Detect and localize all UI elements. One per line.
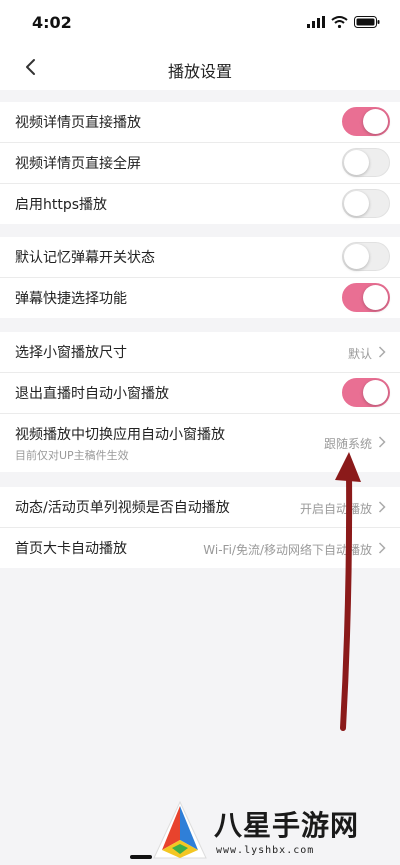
toggle-knob [363, 285, 388, 310]
setting-row-danmaku-memory: 默认记忆弹幕开关状态 [0, 237, 400, 278]
setting-label: 选择小窗播放尺寸 [15, 345, 127, 361]
chevron-right-icon [378, 346, 386, 358]
watermark-title: 八星手游网 [214, 809, 360, 842]
toggle-switch-on[interactable] [342, 283, 390, 312]
toggle-switch-off[interactable] [342, 242, 390, 271]
status-bar: 4:02 [0, 0, 400, 46]
toggle-knob [344, 244, 369, 269]
toggle-switch-off[interactable] [342, 148, 390, 177]
setting-row-danmaku-quick: 弹幕快捷选择功能 [0, 278, 400, 318]
nav-bar: 播放设置 [0, 46, 400, 90]
setting-label: 启用https播放 [15, 197, 108, 213]
setting-row-switch-app-mini[interactable]: 视频播放中切换应用自动小窗播放 目前仅对UP主稿件生效 跟随系统 [0, 414, 400, 472]
setting-value: Wi-Fi/免流/移动网络下自动播放 [203, 543, 372, 557]
chevron-right-icon [378, 436, 386, 448]
cellular-signal-icon [307, 16, 325, 28]
setting-label: 退出直播时自动小窗播放 [15, 386, 169, 402]
toggle-switch-on[interactable] [342, 107, 390, 136]
status-icons [307, 16, 380, 28]
chevron-right-icon [378, 542, 386, 554]
toggle-knob [363, 109, 388, 134]
toggle-switch-on[interactable] [342, 378, 390, 407]
setting-value: 跟随系统 [323, 437, 372, 451]
watermark: 八星手游网 www.lyshbx.com [150, 800, 390, 862]
setting-label: 视频详情页直接播放 [15, 115, 141, 131]
wifi-icon [331, 16, 348, 28]
status-time: 4:02 [32, 13, 72, 32]
setting-row-detail-fullscreen: 视频详情页直接全屏 [0, 143, 400, 184]
setting-label: 视频详情页直接全屏 [15, 156, 141, 172]
watermark-url: www.lyshbx.com [216, 845, 315, 856]
setting-row-window-size[interactable]: 选择小窗播放尺寸 默认 [0, 332, 400, 373]
toggle-knob [363, 380, 388, 405]
settings-group-autoplay: 动态/活动页单列视频是否自动播放 开启自动播放 首页大卡自动播放 Wi-Fi/免… [0, 487, 400, 568]
site-logo-icon [153, 800, 207, 859]
chevron-right-icon [378, 501, 386, 513]
setting-row-detail-autoplay: 视频详情页直接播放 [0, 102, 400, 143]
home-indicator [130, 855, 152, 859]
setting-label: 默认记忆弹幕开关状态 [15, 250, 155, 266]
setting-label: 弹幕快捷选择功能 [15, 291, 127, 307]
settings-group-mini-window: 选择小窗播放尺寸 默认 退出直播时自动小窗播放 视频播放中切换应用自动小窗播放 … [0, 332, 400, 472]
toggle-knob [344, 191, 369, 216]
setting-value: 默认 [347, 347, 372, 361]
page-title: 播放设置 [167, 62, 232, 81]
toggle-switch-off[interactable] [342, 189, 390, 218]
settings-group-playback: 视频详情页直接播放 视频详情页直接全屏 启用https播放 [0, 102, 400, 224]
setting-row-home-card-autoplay[interactable]: 首页大卡自动播放 Wi-Fi/免流/移动网络下自动播放 [0, 528, 400, 568]
setting-row-activity-autoplay[interactable]: 动态/活动页单列视频是否自动播放 开启自动播放 [0, 487, 400, 528]
battery-icon [354, 16, 380, 28]
toggle-knob [344, 150, 369, 175]
settings-group-danmaku: 默认记忆弹幕开关状态 弹幕快捷选择功能 [0, 237, 400, 318]
setting-row-live-exit-mini: 退出直播时自动小窗播放 [0, 373, 400, 414]
setting-value: 开启自动播放 [299, 502, 372, 516]
setting-label: 首页大卡自动播放 [15, 541, 127, 557]
setting-row-https: 启用https播放 [0, 184, 400, 224]
setting-label: 视频播放中切换应用自动小窗播放 [15, 427, 225, 443]
setting-sub-label: 目前仅对UP主稿件生效 [15, 449, 129, 462]
setting-label: 动态/活动页单列视频是否自动播放 [15, 500, 230, 516]
